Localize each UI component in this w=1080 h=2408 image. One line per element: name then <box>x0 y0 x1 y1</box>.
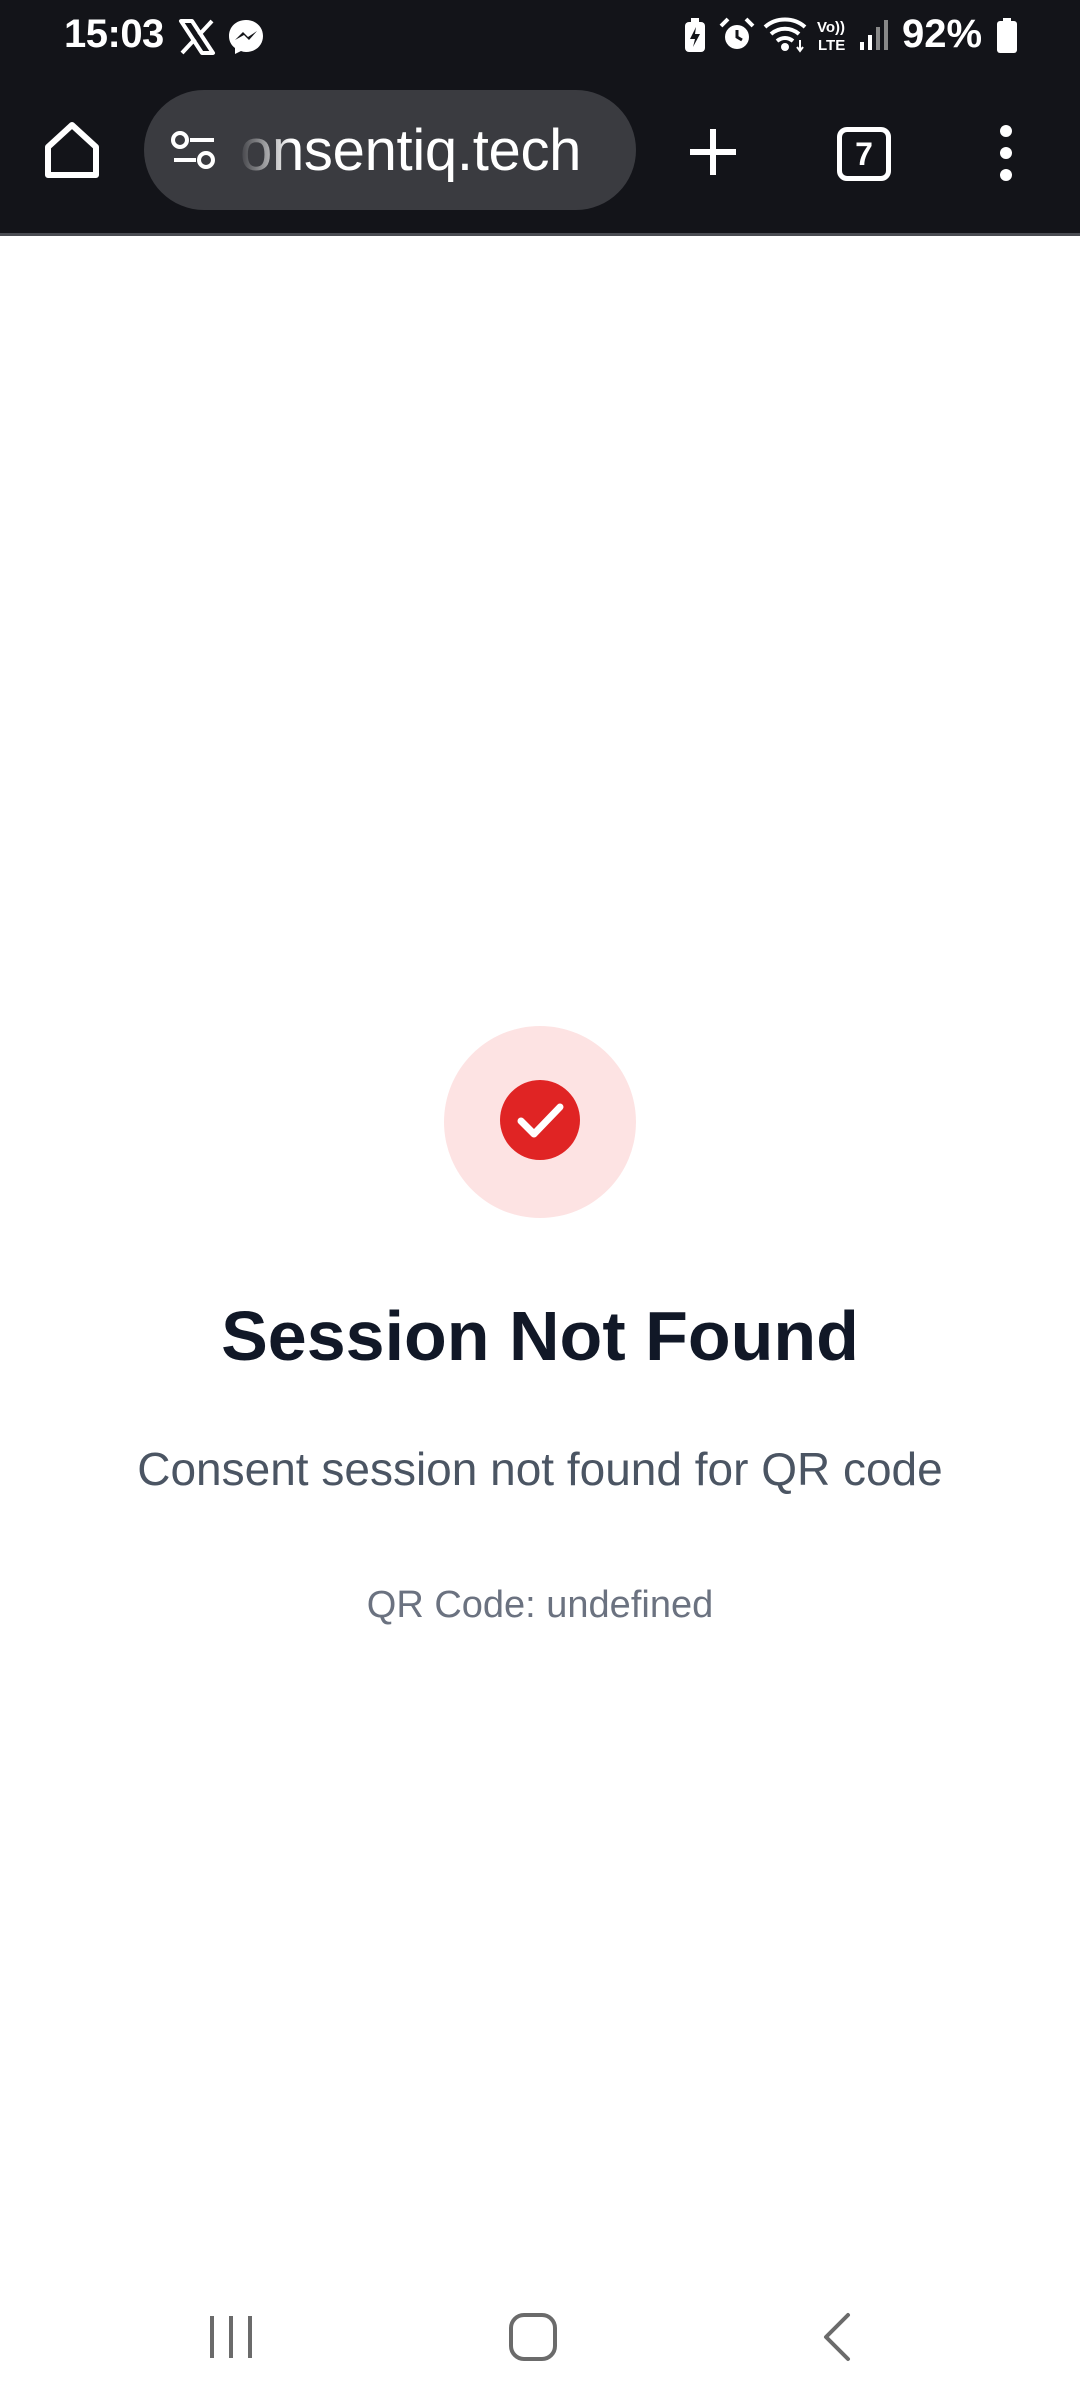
check-circle-icon <box>499 1079 581 1166</box>
address-bar[interactable]: onsentiq.tech <box>144 90 636 210</box>
alarm-icon <box>718 16 756 59</box>
status-time: 15:03 <box>64 12 164 56</box>
battery-saver-icon <box>683 18 707 59</box>
status-bar: 15:03 Vo)) LTE 92% <box>0 0 1080 75</box>
status-icon-badge <box>444 1026 636 1218</box>
svg-text:Vo)): Vo)) <box>817 19 845 36</box>
wifi-icon <box>762 14 808 59</box>
browser-toolbar: onsentiq.tech 7 <box>0 75 1080 235</box>
qr-code-line: QR Code: undefined <box>366 1584 714 1626</box>
x-app-icon <box>178 18 216 61</box>
page-title: Session Not Found <box>221 1297 859 1375</box>
volte-icon: Vo)) LTE <box>815 16 851 59</box>
signal-icon <box>858 18 890 57</box>
back-nav-icon[interactable] <box>818 2312 858 2367</box>
messenger-icon <box>226 17 266 62</box>
battery-icon <box>996 18 1018 59</box>
tab-switcher-button[interactable]: 7 <box>837 127 891 181</box>
site-settings-icon[interactable] <box>170 128 218 179</box>
svg-text:LTE: LTE <box>818 37 845 54</box>
recent-apps-icon[interactable] <box>206 2312 256 2367</box>
battery-percentage: 92% <box>902 12 983 56</box>
new-tab-icon[interactable] <box>686 125 740 184</box>
error-message: Consent session not found for QR code <box>137 1443 943 1495</box>
toolbar-divider <box>0 233 1080 236</box>
home-icon[interactable] <box>40 117 104 186</box>
more-menu-icon[interactable] <box>995 123 1017 188</box>
home-nav-icon[interactable] <box>508 2312 558 2367</box>
url-fade <box>232 90 292 210</box>
